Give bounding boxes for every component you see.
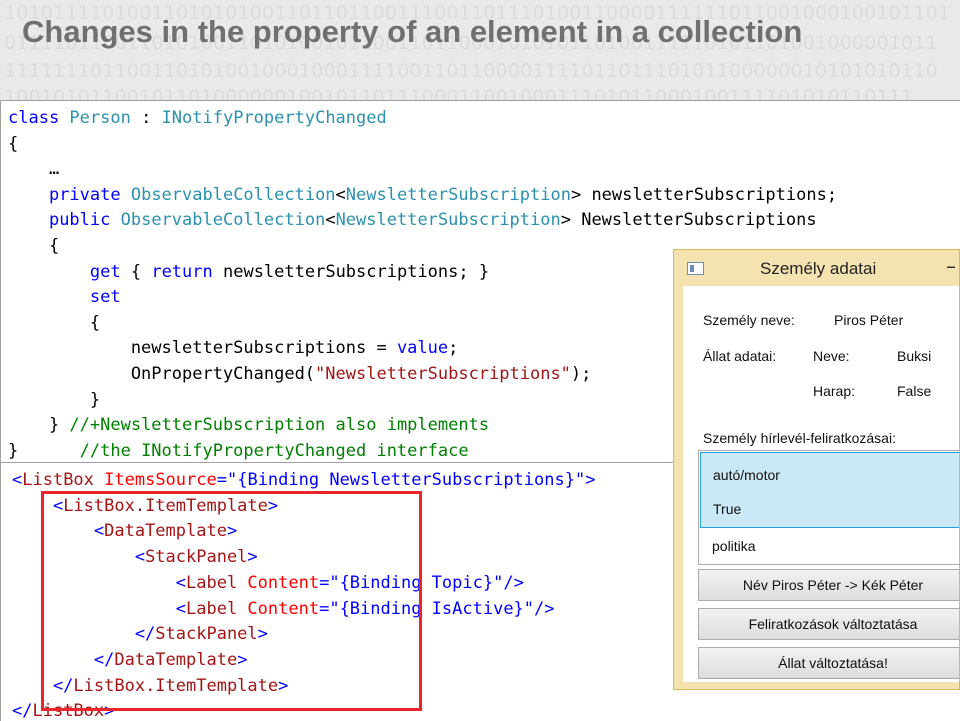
window-titlebar[interactable]: Személy adatai – (674, 250, 959, 286)
code-line: { (8, 313, 100, 333)
code-token: OnPropertyChanged( (8, 364, 316, 384)
code-token: INotifyPropertyChanged (161, 108, 387, 128)
code-token: < (335, 184, 346, 205)
code-token: { (120, 261, 152, 282)
code-token: } (8, 389, 101, 410)
list-item-selected[interactable]: autó/motor True (700, 452, 959, 528)
code-token: { (8, 236, 60, 256)
code-token: "NewsletterSubscriptions" (315, 364, 571, 384)
binary-watermark-line: 1111111011001101010010001000111100110110… (4, 60, 938, 82)
code-line: newsletterSubscriptions = value; (8, 338, 459, 359)
code-token: </ (12, 701, 33, 721)
code-line: <ListBox ItemsSource="{Binding Newslette… (12, 470, 595, 490)
code-token: class (8, 108, 70, 128)
subscriptions-listbox[interactable]: autó/motor True politika (698, 450, 959, 565)
animal-name-label: Neve: (813, 348, 850, 364)
code-token: ); (570, 364, 592, 384)
code-token: ListBox (22, 470, 94, 490)
change-animal-button[interactable]: Állat változtatása! (698, 647, 959, 679)
code-token: private (48, 184, 131, 205)
code-token: ObservableCollection (120, 210, 326, 231)
code-token: value (396, 338, 449, 359)
code-line: } (8, 390, 100, 410)
code-token: ; (448, 338, 459, 359)
code-token: "> (574, 470, 596, 490)
code-token: > NewsletterSubscriptions (560, 210, 817, 231)
person-details-window[interactable]: Személy adatai – Személy neve: Piros Pét… (673, 249, 960, 690)
code-token: : (130, 108, 162, 128)
slide-title: Changes in the property of an element in… (22, 14, 803, 49)
animal-data-label: Állat adatai: (703, 348, 777, 364)
subscription-topic: autó/motor (713, 467, 780, 483)
code-token: < (325, 210, 336, 231)
code-token: ObservableCollection (130, 184, 336, 205)
code-token: "/> (493, 572, 524, 593)
window-app-icon[interactable] (687, 262, 704, 275)
subscription-is-active: True (713, 501, 742, 517)
slide-header: 1010111101001101010100110110110011100110… (0, 0, 960, 100)
code-token: set (89, 287, 121, 308)
minimize-icon[interactable]: – (946, 254, 956, 278)
code-line: class Person : INotifyPropertyChanged (8, 108, 387, 128)
person-name-label: Személy neve: (703, 312, 795, 328)
code-token: //+NewsletterSubscription also implement… (69, 415, 490, 436)
code-token: NewsletterSubscription (345, 184, 571, 205)
code-token: newsletterSubscriptions = (8, 338, 397, 359)
person-name-value: Piros Péter (834, 312, 904, 328)
code-token: newsletterSubscriptions; } (212, 261, 490, 282)
code-line: … (8, 159, 59, 179)
code-line: } //+NewsletterSubscription also impleme… (8, 415, 489, 435)
code-line: OnPropertyChanged("NewsletterSubscriptio… (8, 364, 592, 384)
code-token: {Binding NewsletterSubscriptions} (237, 470, 575, 490)
code-line: private ObservableCollection<NewsletterS… (8, 185, 837, 205)
rename-button[interactable]: Név Piros Péter -> Kék Péter (698, 569, 959, 601)
animal-bite-value: False (897, 383, 932, 399)
animal-bite-label: Harap: (813, 383, 856, 399)
code-line: { (8, 236, 59, 256)
code-line: public ObservableCollection<NewsletterSu… (8, 210, 817, 230)
code-token: { (8, 133, 19, 154)
code-token: return (151, 261, 213, 282)
code-token: { (8, 312, 101, 333)
code-token: ItemsSource (93, 470, 217, 490)
code-token: "/> (523, 598, 555, 619)
code-token: public (48, 210, 121, 231)
code-token: } (8, 415, 70, 436)
subscriptions-label: Személy hírlevél-feliratkozásai: (703, 430, 896, 446)
code-line: } //the INotifyPropertyChanged interface (8, 441, 469, 461)
list-item[interactable]: politika (700, 529, 959, 563)
change-subscriptions-button[interactable]: Feliratkozások változtatása (698, 608, 959, 640)
window-title: Személy adatai (760, 259, 877, 278)
code-token: } (8, 440, 80, 461)
code-line: get { return newsletterSubscriptions; } (8, 262, 489, 282)
binary-watermark-line: 1001010110010110100000010010110111000110… (4, 86, 914, 100)
code-line: { (8, 134, 18, 154)
animal-name-value: Buksi (897, 348, 932, 364)
code-token: //the INotifyPropertyChanged interface (79, 440, 469, 461)
code-token: Person (69, 108, 131, 128)
code-line: set (8, 287, 121, 307)
code-token: > newsletterSubscriptions; (570, 184, 838, 205)
window-client-area: Személy neve: Piros Péter Állat adatai: … (683, 286, 959, 682)
code-token: =" (216, 470, 238, 490)
code-token: < (12, 470, 23, 490)
item-template-highlight (41, 491, 422, 711)
code-token: get (89, 261, 121, 282)
code-token: … (8, 159, 60, 180)
subscription-topic: politika (712, 538, 756, 554)
code-token: NewsletterSubscription (335, 210, 561, 231)
